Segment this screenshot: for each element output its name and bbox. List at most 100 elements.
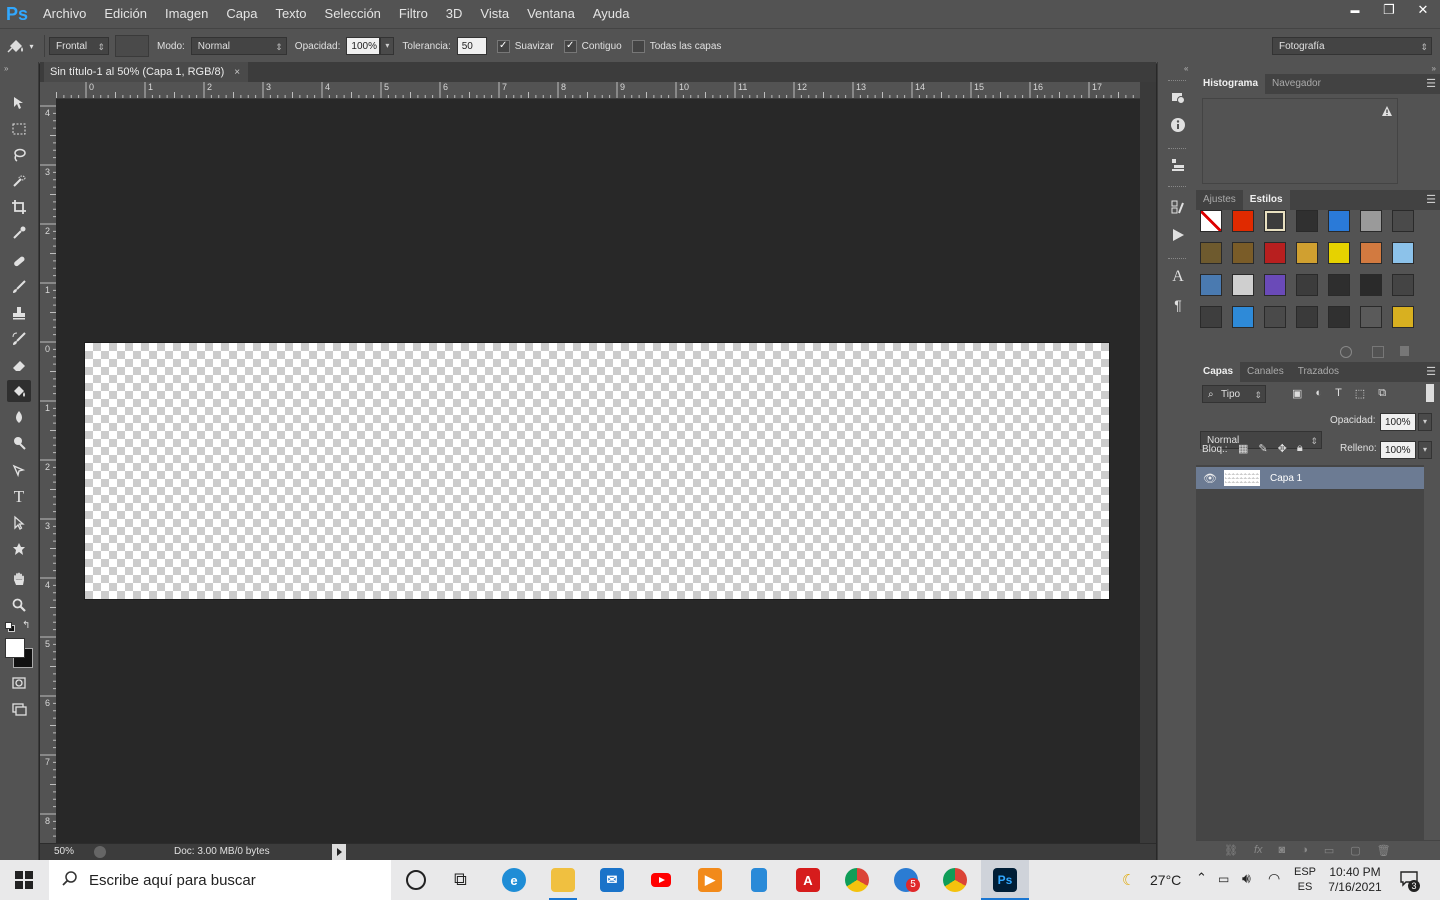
- media-player-icon[interactable]: ▶: [698, 868, 722, 892]
- tab-ajustes[interactable]: Ajustes: [1196, 190, 1243, 210]
- layer-row[interactable]: 👁︎ Capa 1: [1196, 467, 1424, 489]
- style-swatch[interactable]: [1232, 274, 1254, 296]
- layer-filter-select[interactable]: ⌕ Tipo: [1202, 385, 1266, 404]
- collapse-dock-icon[interactable]: «: [1184, 64, 1188, 73]
- menu-3d[interactable]: 3D: [437, 0, 472, 28]
- image-filter-icon[interactable]: ▣: [1292, 387, 1302, 400]
- taskbar-search[interactable]: Escribe aquí para buscar: [49, 860, 391, 900]
- move-tool-icon[interactable]: [7, 92, 31, 114]
- style-swatch[interactable]: [1296, 274, 1318, 296]
- style-swatch[interactable]: [1360, 274, 1382, 296]
- fill-dropdown-icon[interactable]: ▾: [1418, 441, 1432, 459]
- filter-toggle-switch[interactable]: [1426, 384, 1434, 402]
- style-swatch[interactable]: [1392, 242, 1414, 264]
- fill-source-select[interactable]: Frontal: [49, 37, 109, 56]
- menu-ayuda[interactable]: Ayuda: [584, 0, 639, 28]
- paragraph-panel-icon[interactable]: ¶: [1167, 294, 1189, 316]
- quick-mask-icon[interactable]: [7, 672, 31, 694]
- menu-edicion[interactable]: Edición: [95, 0, 156, 28]
- vertical-scrollbar[interactable]: [1140, 82, 1156, 843]
- dodge-tool-icon[interactable]: [7, 432, 31, 454]
- character-panel-icon[interactable]: A: [1167, 266, 1189, 288]
- zoom-level[interactable]: 50%: [54, 846, 74, 857]
- style-swatch[interactable]: [1296, 242, 1318, 264]
- chrome-icon[interactable]: [845, 868, 869, 892]
- youtube-icon[interactable]: [649, 868, 673, 892]
- zoom-tool-icon[interactable]: [7, 594, 31, 616]
- status-menu-button[interactable]: [332, 844, 346, 860]
- style-swatch[interactable]: [1232, 306, 1254, 328]
- paint-bucket-tool-icon[interactable]: [7, 380, 31, 402]
- style-swatch[interactable]: [1200, 274, 1222, 296]
- warning-icon[interactable]: [1381, 105, 1393, 120]
- brush-tool-icon[interactable]: [7, 276, 31, 298]
- volume-icon[interactable]: 🔊︎: [1242, 870, 1251, 887]
- menu-vista[interactable]: Vista: [471, 0, 518, 28]
- edge-icon[interactable]: e: [502, 868, 526, 892]
- marquee-tool-icon[interactable]: [7, 118, 31, 140]
- menu-filtro[interactable]: Filtro: [390, 0, 437, 28]
- style-swatch[interactable]: [1392, 274, 1414, 296]
- quick-selection-tool-icon[interactable]: [7, 170, 31, 192]
- collapse-panels-icon[interactable]: »: [1432, 64, 1436, 73]
- windows-start-icon[interactable]: [14, 870, 34, 893]
- smart-object-filter-icon[interactable]: ⧉: [1378, 387, 1386, 400]
- vertical-ruler[interactable]: 4 3 2 1 0 1 2 3 4 5 6 7 8: [40, 98, 57, 843]
- adjustment-filter-icon[interactable]: ◐: [1315, 387, 1322, 400]
- mode-select[interactable]: Normal: [190, 37, 287, 56]
- menu-texto[interactable]: Texto: [266, 0, 315, 28]
- tolerance-input[interactable]: 50: [456, 37, 487, 55]
- phone-app-icon[interactable]: [751, 868, 767, 892]
- paint-bucket-tool-preset-icon[interactable]: ▾: [0, 32, 40, 60]
- weather-temperature[interactable]: 27°C: [1150, 872, 1181, 888]
- opacity-input[interactable]: 100%: [346, 37, 381, 55]
- acrobat-icon[interactable]: A: [796, 868, 820, 892]
- panel-menu-icon[interactable]: ☰: [1426, 77, 1436, 90]
- opacity-dropdown-icon[interactable]: ▾: [380, 37, 395, 55]
- ruler-origin[interactable]: [40, 82, 56, 98]
- style-swatch[interactable]: [1296, 210, 1318, 232]
- panel-menu-icon[interactable]: ☰: [1426, 365, 1436, 378]
- style-swatch[interactable]: [1264, 274, 1286, 296]
- new-adjustment-icon[interactable]: ◑: [1301, 844, 1308, 857]
- path-selection-tool-icon[interactable]: [7, 512, 31, 534]
- style-swatch[interactable]: [1328, 242, 1350, 264]
- add-mask-icon[interactable]: ◙: [1279, 844, 1286, 857]
- layer-comps-icon[interactable]: [1167, 154, 1189, 176]
- task-view-icon[interactable]: ⧉: [454, 869, 467, 890]
- style-swatch[interactable]: [1392, 210, 1414, 232]
- history-brush-tool-icon[interactable]: [7, 328, 31, 350]
- clear-style-icon[interactable]: [1340, 346, 1352, 358]
- minimize-button[interactable]: ▬: [1338, 0, 1372, 20]
- style-swatch[interactable]: [1232, 242, 1254, 264]
- healing-brush-tool-icon[interactable]: [7, 250, 31, 272]
- fill-input[interactable]: 100%: [1380, 441, 1416, 459]
- antialias-checkbox[interactable]: ✓: [496, 39, 510, 53]
- lock-position-icon[interactable]: ✥: [1278, 442, 1287, 455]
- lock-pixels-icon[interactable]: ✎: [1258, 442, 1267, 455]
- delete-layer-icon[interactable]: 🗑︎: [1377, 844, 1391, 857]
- contiguous-checkbox[interactable]: ✓: [563, 39, 577, 53]
- hand-tool-icon[interactable]: [7, 568, 31, 590]
- menu-ventana[interactable]: Ventana: [518, 0, 584, 28]
- mail-icon[interactable]: ✉: [600, 868, 624, 892]
- eraser-tool-icon[interactable]: [7, 354, 31, 376]
- layer-opacity-dropdown-icon[interactable]: ▾: [1418, 413, 1432, 431]
- share-icon[interactable]: [94, 846, 106, 858]
- info-panel-icon[interactable]: [1167, 114, 1189, 136]
- style-swatch[interactable]: [1200, 210, 1222, 232]
- document-canvas[interactable]: [85, 343, 1109, 599]
- history-panel-icon[interactable]: [1167, 86, 1189, 108]
- type-tool-icon[interactable]: T: [7, 486, 31, 508]
- lasso-tool-icon[interactable]: [7, 144, 31, 166]
- clone-stamp-tool-icon[interactable]: [7, 302, 31, 324]
- default-colors-icon[interactable]: [5, 622, 15, 632]
- file-explorer-icon[interactable]: [551, 868, 575, 892]
- brush-presets-icon[interactable]: [1167, 196, 1189, 218]
- tab-capas[interactable]: Capas: [1196, 362, 1241, 382]
- style-swatch[interactable]: [1328, 210, 1350, 232]
- crop-tool-icon[interactable]: [7, 196, 31, 218]
- wifi-icon[interactable]: ◠: [1268, 870, 1280, 887]
- all-layers-checkbox[interactable]: [631, 39, 645, 53]
- menu-imagen[interactable]: Imagen: [156, 0, 217, 28]
